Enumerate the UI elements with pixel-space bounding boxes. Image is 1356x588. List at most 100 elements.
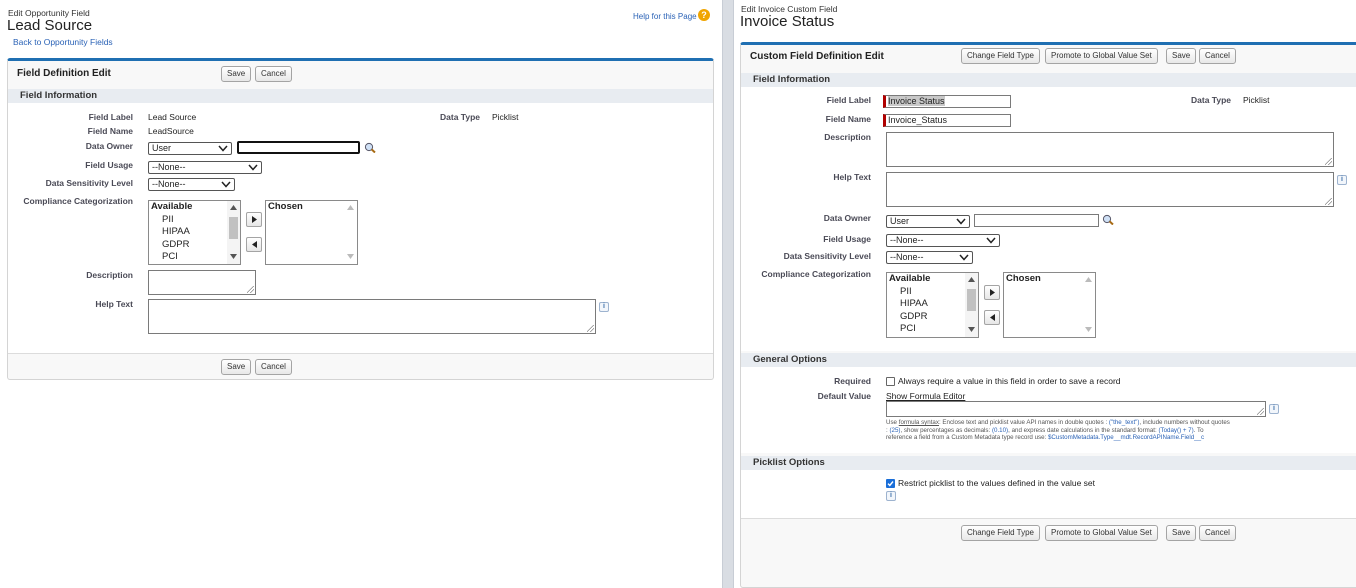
help-link[interactable]: Help for this Page: [633, 12, 697, 21]
save-button-bottom[interactable]: Save: [1166, 525, 1197, 541]
chosen-listbox[interactable]: Chosen: [1003, 272, 1096, 338]
info-icon[interactable]: i: [1269, 404, 1279, 414]
chevron-down-icon: [218, 145, 228, 152]
formula-hint: Use formula syntax: Enclose text and pic…: [886, 419, 1276, 442]
scrollbar[interactable]: [344, 201, 357, 264]
show-formula-editor-link[interactable]: Show Formula Editor: [886, 391, 965, 401]
scrollbar[interactable]: [965, 273, 978, 337]
field-usage-label: Field Usage: [823, 234, 871, 244]
sensitivity-select[interactable]: --None--: [886, 251, 973, 264]
lookup-icon[interactable]: [1102, 214, 1114, 225]
scroll-down-icon: [230, 254, 237, 259]
hint-text: reference a field from a Custom Metadata…: [886, 434, 1048, 442]
data-owner-lookup-input[interactable]: [974, 214, 1099, 227]
resize-handle[interactable]: [587, 325, 594, 332]
description-field[interactable]: [148, 270, 256, 295]
data-type-value: Picklist: [1243, 95, 1270, 105]
hint-code: ("the_text"): [1108, 419, 1140, 426]
data-owner-select[interactable]: User: [886, 215, 970, 228]
scroll-down-icon: [1085, 327, 1092, 332]
resize-handle[interactable]: [1325, 158, 1332, 165]
divider: [741, 518, 1356, 519]
default-value-field[interactable]: [886, 401, 1266, 417]
remove-button[interactable]: [246, 237, 262, 252]
data-type-value: Picklist: [492, 112, 519, 122]
hint-code: $CustomMetadata.Type__mdt.RecordAPIName.…: [1047, 434, 1205, 442]
section-field-information: Field Information: [741, 73, 1356, 87]
add-button[interactable]: [246, 212, 262, 227]
data-owner-label: Data Owner: [823, 213, 871, 223]
save-button-bottom[interactable]: Save: [221, 359, 252, 375]
scrollbar-thumb[interactable]: [229, 217, 238, 239]
data-owner-select[interactable]: User: [148, 142, 232, 155]
scroll-up-icon: [230, 205, 237, 210]
change-field-type-button-top[interactable]: Change Field Type: [961, 48, 1041, 64]
save-button-top[interactable]: Save: [1166, 48, 1197, 64]
field-label-value: Lead Source: [148, 112, 197, 122]
scrollbar[interactable]: [1082, 273, 1095, 337]
scrollbar-thumb[interactable]: [967, 289, 976, 311]
field-usage-select[interactable]: --None--: [886, 234, 1000, 247]
chosen-listbox[interactable]: Chosen: [265, 200, 358, 265]
help-text-field[interactable]: [886, 172, 1334, 207]
field-label-input-value: Invoice Status: [888, 96, 945, 106]
resize-handle[interactable]: [247, 286, 254, 293]
description-field[interactable]: [886, 132, 1334, 167]
pane-divider[interactable]: [722, 0, 734, 588]
resize-handle[interactable]: [1325, 198, 1332, 205]
help-text-field[interactable]: [148, 299, 596, 334]
field-usage-select[interactable]: --None--: [148, 161, 262, 174]
info-icon[interactable]: i: [599, 302, 609, 312]
field-label-input[interactable]: Invoice Status: [883, 95, 1011, 108]
required-checkbox[interactable]: [886, 377, 895, 386]
back-link[interactable]: Back to Opportunity Fields: [13, 37, 113, 47]
change-field-type-button-bottom[interactable]: Change Field Type: [961, 525, 1041, 541]
hint-code: (Today() + 7): [1158, 426, 1194, 434]
arrow-left-icon: [252, 241, 257, 248]
chevron-down-icon: [248, 164, 258, 171]
help-icon[interactable]: ?: [698, 9, 710, 21]
arrow-left-icon: [990, 314, 995, 321]
info-icon[interactable]: i: [886, 491, 896, 501]
data-owner-lookup-input[interactable]: [237, 141, 360, 154]
promote-global-value-set-button-top[interactable]: Promote to Global Value Set: [1045, 48, 1158, 64]
lookup-icon[interactable]: [364, 142, 376, 153]
arrow-right-icon: [252, 216, 257, 223]
cancel-button-top[interactable]: Cancel: [1199, 48, 1236, 64]
info-icon[interactable]: i: [1337, 175, 1347, 185]
cancel-button-bottom[interactable]: Cancel: [255, 359, 292, 375]
field-label-label: Field Label: [826, 95, 871, 105]
save-button-top[interactable]: Save: [221, 66, 252, 82]
sensitivity-select[interactable]: --None--: [148, 178, 235, 191]
field-usage-select-value: --None--: [152, 162, 186, 172]
sensitivity-label: Data Sensitivity Level: [783, 251, 871, 261]
data-type-label: Data Type: [440, 112, 480, 122]
cancel-button-bottom[interactable]: Cancel: [1199, 525, 1236, 541]
panel-title: Custom Field Definition Edit: [750, 51, 884, 62]
required-text: Always require a value in this field in …: [898, 376, 1121, 386]
compliance-label: Compliance Categorization: [761, 269, 871, 279]
add-button[interactable]: [984, 285, 1000, 300]
formula-hint-line-2: : (25), show percentages as decimals: (0…: [886, 427, 1276, 435]
cancel-button-top[interactable]: Cancel: [255, 66, 292, 82]
data-owner-select-value: User: [152, 143, 172, 153]
field-usage-select-value: --None--: [890, 235, 924, 245]
help-text-label: Help Text: [95, 299, 133, 309]
remove-button[interactable]: [984, 310, 1000, 325]
scroll-up-icon: [1085, 277, 1092, 282]
available-listbox[interactable]: Available PII HIPAA GDPR PCI: [886, 272, 979, 338]
formula-hint-line-3: reference a field from a Custom Metadata…: [886, 434, 1276, 442]
hint-code: (25): [889, 426, 901, 434]
chevron-down-icon: [956, 218, 966, 225]
divider: [8, 353, 713, 354]
data-owner-label: Data Owner: [85, 141, 133, 151]
field-name-input[interactable]: Invoice_Status: [883, 114, 1011, 127]
promote-global-value-set-button-bottom[interactable]: Promote to Global Value Set: [1045, 525, 1158, 541]
scrollbar[interactable]: [227, 201, 240, 264]
formula-syntax-link[interactable]: formula syntax: [899, 419, 939, 426]
resize-handle[interactable]: [1257, 408, 1264, 415]
chevron-down-icon: [986, 237, 996, 244]
available-listbox[interactable]: Available PII HIPAA GDPR PCI: [148, 200, 241, 265]
chevron-down-icon: [221, 181, 231, 188]
restrict-picklist-checkbox[interactable]: [886, 479, 895, 488]
